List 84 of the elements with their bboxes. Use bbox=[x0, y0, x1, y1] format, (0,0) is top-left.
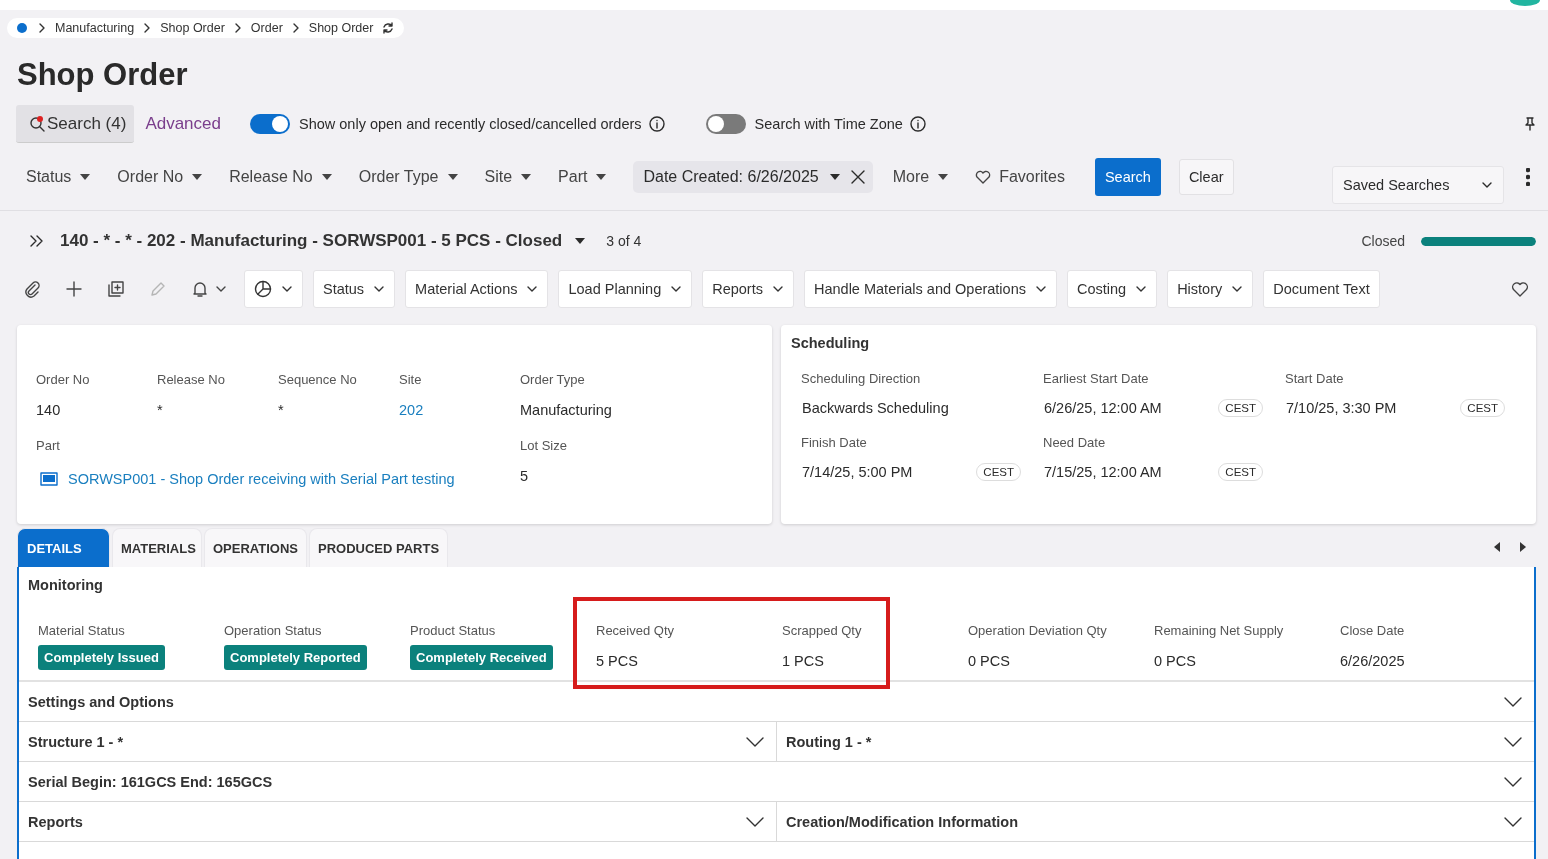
collapsible-section[interactable]: Structure 1 - * bbox=[19, 722, 776, 761]
breadcrumb-link[interactable]: Shop Order bbox=[308, 21, 374, 35]
menu-button[interactable]: Reports bbox=[702, 270, 794, 308]
field-value: * bbox=[157, 402, 164, 420]
menu-button[interactable]: Status bbox=[313, 270, 396, 308]
field-label: Need Date bbox=[1043, 435, 1107, 452]
section-title: Monitoring bbox=[28, 577, 104, 593]
record-counter: 3 of 4 bbox=[606, 233, 642, 249]
field-label: Lot Size bbox=[520, 438, 568, 455]
page-title: Shop Order bbox=[17, 57, 189, 93]
record-title: 140 - * - * - 202 - Manufacturing - SORWSP001 - 5 PCS - Closed bbox=[60, 231, 563, 251]
field-label: Operation Status bbox=[224, 623, 323, 640]
collapsible-section[interactable]: Settings and Options bbox=[19, 682, 1534, 721]
filter-dropdown[interactable]: Order Type bbox=[358, 168, 459, 186]
collapsible-section[interactable]: Creation/Modification Information bbox=[776, 802, 1534, 841]
collapsible-section[interactable]: Routing 1 - * bbox=[776, 722, 1534, 761]
menu-button[interactable]: Material Actions bbox=[405, 270, 549, 308]
tab[interactable]: MATERIALS bbox=[112, 528, 202, 567]
field-label: Site bbox=[399, 372, 423, 389]
status-badge: Completely Issued bbox=[38, 645, 165, 670]
search-tab[interactable]: Search (4) bbox=[16, 105, 135, 143]
field-value: 7/14/25, 5:00 PM bbox=[802, 464, 913, 480]
date-filter-chip[interactable]: Date Created: 6/26/2025 bbox=[633, 161, 873, 193]
field-label: Order No bbox=[36, 372, 91, 389]
field-value: 7/10/25, 3:30 PM bbox=[1286, 400, 1397, 416]
field-value: 6/26/25, 12:00 AM bbox=[1044, 400, 1162, 416]
status-badge: Completely Received bbox=[410, 645, 553, 670]
breadcrumb-link[interactable]: Shop Order bbox=[160, 21, 225, 35]
tab[interactable]: PRODUCED PARTS bbox=[309, 528, 449, 567]
field-value: 0 PCS bbox=[1154, 653, 1197, 671]
advanced-tab[interactable]: Advanced bbox=[145, 114, 221, 134]
field-value: Backwards Scheduling bbox=[802, 400, 949, 416]
toolbar-button[interactable]: Document Text bbox=[1263, 270, 1380, 308]
breadcrumb-link[interactable]: Manufacturing bbox=[55, 21, 135, 35]
status-badge: Completely Reported bbox=[224, 645, 367, 670]
menu-button[interactable]: Handle Materials and Operations bbox=[804, 270, 1057, 308]
field-value: 6/26/2025 bbox=[1340, 653, 1406, 671]
filter-dropdown[interactable]: Part bbox=[558, 168, 608, 186]
clear-button[interactable]: Clear bbox=[1178, 159, 1234, 195]
field-label: Operation Deviation Qty bbox=[968, 623, 1108, 640]
filter-dropdown[interactable]: Order No bbox=[117, 168, 204, 186]
tab[interactable]: DETAILS bbox=[17, 528, 110, 567]
toggle-label: Search with Time Zone bbox=[754, 116, 903, 132]
search-button[interactable]: Search bbox=[1094, 158, 1161, 196]
filter-dropdown[interactable]: Release No bbox=[229, 168, 333, 186]
favorites-button[interactable]: Favorites bbox=[975, 168, 1065, 186]
field-label: Sequence No bbox=[278, 372, 358, 389]
part-link[interactable]: SORWSP001 - Shop Order receiving with Serial Part testing bbox=[68, 471, 455, 487]
saved-searches-dropdown[interactable]: Saved Searches bbox=[1332, 166, 1504, 204]
collapsible-section[interactable]: Reports bbox=[19, 802, 776, 841]
filter-dropdown[interactable]: Site bbox=[484, 168, 533, 186]
field-value: 5 bbox=[520, 468, 530, 486]
field-label: Earliest Start Date bbox=[1043, 371, 1150, 388]
field-label: Close Date bbox=[1340, 623, 1406, 640]
status-label: Closed bbox=[1361, 233, 1405, 249]
field-label: Received Qty bbox=[596, 623, 676, 640]
field-label: Finish Date bbox=[801, 435, 868, 452]
field-value: Manufacturing bbox=[520, 402, 613, 420]
field-label: Order Type bbox=[520, 372, 586, 389]
tab[interactable]: OPERATIONS bbox=[204, 528, 307, 567]
field-value: 7/15/25, 12:00 AM bbox=[1044, 464, 1162, 480]
field-value: * bbox=[278, 402, 285, 420]
menu-button[interactable]: Load Planning bbox=[558, 270, 693, 308]
field-label: Material Status bbox=[38, 623, 126, 640]
toggle-label: Show only open and recently closed/cancelled orders bbox=[299, 116, 642, 132]
field-label: Release No bbox=[157, 372, 226, 389]
filter-dropdown[interactable]: Status bbox=[26, 168, 92, 186]
field-value: 1 PCS bbox=[782, 653, 825, 671]
field-label: Remaining Net Supply bbox=[1154, 623, 1285, 640]
field-label: Scrapped Qty bbox=[782, 623, 863, 640]
field-label: Scheduling Direction bbox=[801, 371, 922, 388]
more-dropdown[interactable]: More bbox=[892, 168, 950, 186]
breadcrumb-link[interactable]: Order bbox=[250, 21, 283, 35]
card-title: Scheduling bbox=[791, 335, 871, 351]
field-label: Start Date bbox=[1285, 371, 1345, 388]
field-label: Part bbox=[36, 438, 61, 455]
menu-button[interactable]: Costing bbox=[1066, 270, 1158, 308]
field-label: Product Status bbox=[410, 623, 497, 640]
field-value: 140 bbox=[36, 402, 62, 420]
site-link[interactable]: 202 bbox=[399, 402, 520, 420]
menu-button[interactable]: History bbox=[1167, 270, 1254, 308]
field-value: 5 PCS bbox=[596, 653, 639, 671]
collapsible-section[interactable]: Serial Begin: 161GCS End: 165GCS bbox=[19, 762, 1534, 801]
field-value: 0 PCS bbox=[968, 653, 1011, 671]
